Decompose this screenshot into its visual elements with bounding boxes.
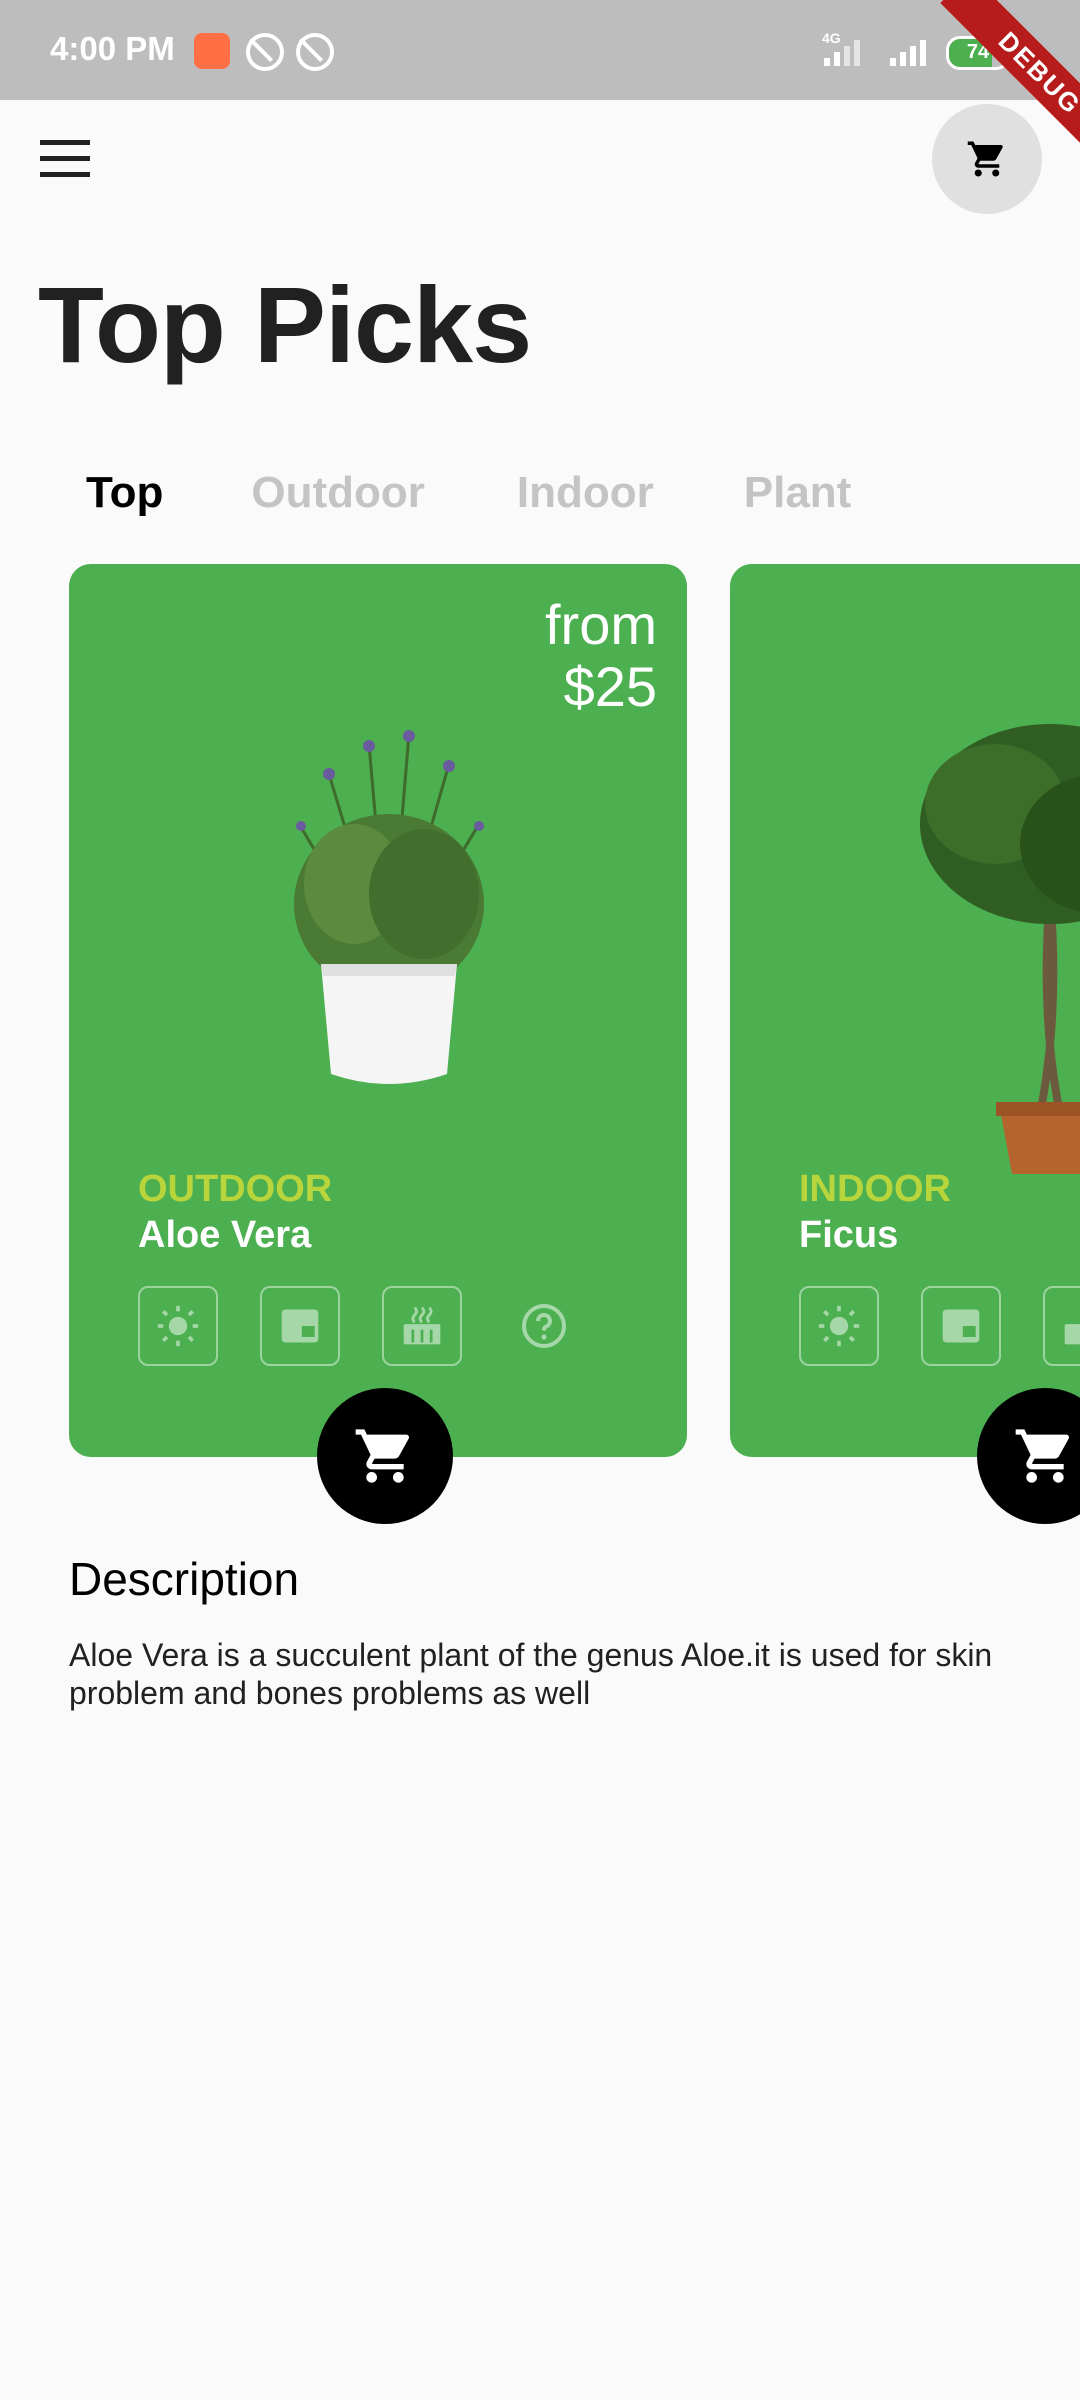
menu-button[interactable] xyxy=(38,136,94,186)
signal-icon xyxy=(824,40,860,66)
plant-name: Ficus xyxy=(799,1214,899,1256)
plant-name: Aloe Vera xyxy=(138,1214,312,1256)
heater-icon-glyph xyxy=(403,1306,441,1345)
add-to-cart-button[interactable] xyxy=(317,1388,453,1524)
price-prefix: from xyxy=(545,593,657,656)
signal-icon xyxy=(890,40,926,66)
window-icon-glyph xyxy=(281,1309,319,1343)
category-tabs: Top Outdoor Indoor Plant xyxy=(86,468,851,518)
tab-top[interactable]: Top xyxy=(86,468,163,518)
menu-icon xyxy=(40,140,90,145)
plant-category: INDOOR xyxy=(799,1168,951,1210)
status-time: 4:00 PM xyxy=(50,30,175,67)
window-icon-glyph xyxy=(942,1309,980,1343)
cart-button[interactable] xyxy=(932,104,1042,214)
add-to-cart-button[interactable] xyxy=(977,1388,1080,1524)
plant-category: OUTDOOR xyxy=(138,1168,333,1210)
menu-icon-line xyxy=(40,172,90,177)
cart-icon xyxy=(355,1429,410,1483)
notification-icon xyxy=(296,33,334,71)
plant-card-aloe-vera[interactable]: from $25 OUTDOOR Aloe Vera xyxy=(69,564,687,1524)
window-icon[interactable] xyxy=(921,1286,1001,1366)
description-heading: Description xyxy=(69,1553,300,1605)
status-bar: 4:00 PM 4G 74 xyxy=(0,0,1080,100)
sun-icon-glyph xyxy=(818,1305,860,1347)
window-icon[interactable] xyxy=(260,1286,340,1366)
care-icons xyxy=(138,1286,584,1366)
notification-app-icon xyxy=(194,33,230,69)
plant-image xyxy=(294,730,484,1084)
price-label: from $25 xyxy=(545,594,657,718)
plant-card-ficus[interactable]: INDOOR Ficus xyxy=(730,564,1080,1524)
tab-indoor[interactable]: Indoor xyxy=(517,468,654,518)
tab-plant[interactable]: Plant xyxy=(744,468,852,518)
page-title: Top Picks xyxy=(38,264,532,385)
cart-icon xyxy=(1015,1429,1070,1483)
help-icon[interactable] xyxy=(504,1286,584,1366)
help-icon-glyph xyxy=(522,1304,566,1348)
description-text: Aloe Vera is a succulent plant of the ge… xyxy=(69,1637,993,1711)
plant-image xyxy=(920,724,1080,1174)
sun-icon[interactable] xyxy=(138,1286,218,1366)
heater-icon[interactable] xyxy=(1043,1286,1080,1366)
menu-icon-line xyxy=(40,156,90,161)
cart-icon xyxy=(967,141,1003,177)
sun-icon[interactable] xyxy=(799,1286,879,1366)
sun-icon-glyph xyxy=(157,1305,199,1347)
tab-outdoor[interactable]: Outdoor xyxy=(251,468,425,518)
notification-icon xyxy=(246,33,284,71)
price-value: $25 xyxy=(563,655,657,718)
heater-icon-glyph xyxy=(1064,1324,1080,1345)
heater-icon[interactable] xyxy=(382,1286,462,1366)
care-icons xyxy=(799,1286,1080,1366)
